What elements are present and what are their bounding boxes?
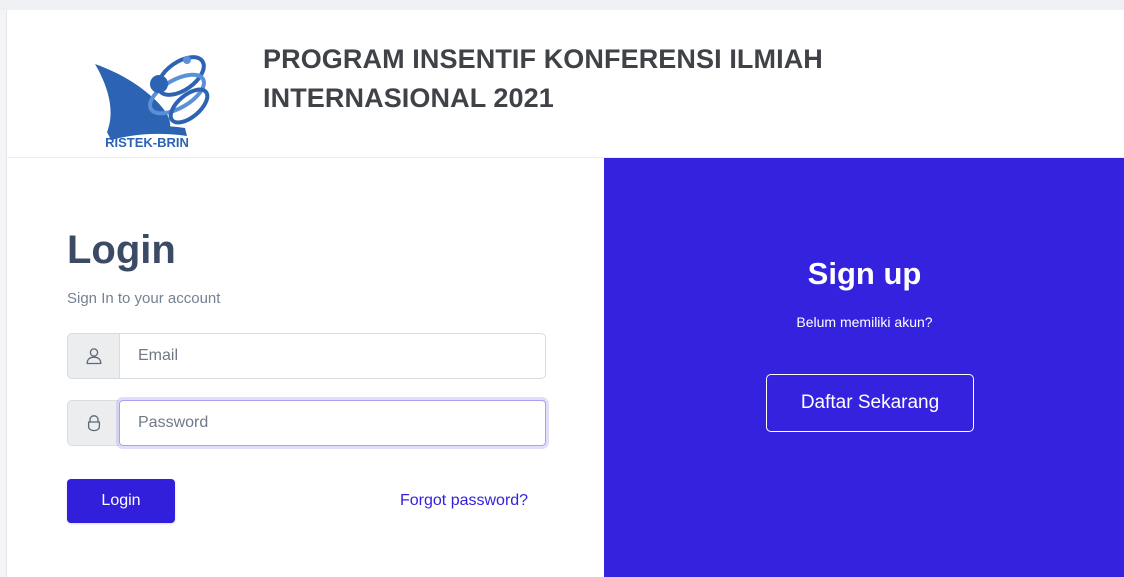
- password-field[interactable]: [119, 400, 546, 446]
- email-prepend: [67, 333, 119, 379]
- signup-subtitle: Belum memiliki akun?: [796, 314, 933, 330]
- login-button[interactable]: Login: [67, 479, 175, 523]
- signup-card: Sign up Belum memiliki akun? Daftar Seka…: [604, 158, 1124, 577]
- login-subtitle: Sign In to your account: [67, 290, 221, 307]
- forgot-password-link[interactable]: Forgot password?: [400, 492, 528, 510]
- page-header: RISTEK-BRIN PROGRAM INSENTIF KONFERENSI …: [7, 10, 1124, 158]
- ristek-brin-logo: RISTEK-BRIN: [77, 32, 217, 150]
- email-field[interactable]: [119, 333, 546, 379]
- page-title-line-1: PROGRAM INSENTIF KONFERENSI ILMIAH: [263, 44, 823, 74]
- login-card: Login Sign In to your account Email Logi…: [7, 158, 604, 577]
- user-icon: [85, 347, 103, 365]
- page-title-line-2: INTERNASIONAL 2021: [263, 83, 554, 113]
- login-page: RISTEK-BRIN PROGRAM INSENTIF KONFERENSI …: [6, 10, 1124, 577]
- email-input-group: [67, 333, 546, 379]
- password-prepend: [67, 400, 119, 446]
- page-title: PROGRAM INSENTIF KONFERENSI ILMIAH INTER…: [263, 40, 1023, 118]
- lock-icon: [85, 414, 103, 432]
- signup-heading: Sign up: [807, 256, 922, 291]
- password-input-group: [67, 400, 546, 446]
- login-heading: Login: [67, 228, 176, 272]
- svg-text:RISTEK-BRIN: RISTEK-BRIN: [105, 135, 189, 150]
- register-now-button[interactable]: Daftar Sekarang: [766, 374, 974, 432]
- browser-top-strip: [0, 0, 1124, 10]
